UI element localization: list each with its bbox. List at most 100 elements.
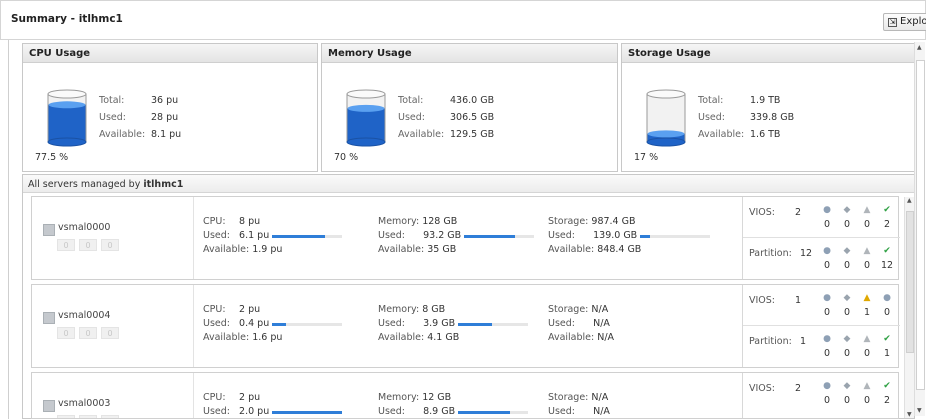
storage-used-bar [640, 234, 711, 238]
memory-used-bar [458, 410, 529, 414]
cpu-available: 8.1 pu [151, 129, 182, 140]
scroll-down-icon[interactable]: ▼ [917, 407, 922, 414]
triangle-icon: ▲ [863, 334, 871, 344]
cpu-used-label: Used: [203, 318, 230, 329]
server-name-cell: vsmal0000 0 0 0 [32, 197, 194, 279]
memory-percent: 70 % [334, 152, 359, 163]
count: 0 [823, 219, 831, 230]
diamond-icon: ◆ [843, 381, 851, 391]
vios-total: 2 [795, 207, 802, 218]
triangle-icon: ▲ [863, 205, 871, 215]
storage-used-label: Used: [548, 230, 575, 241]
memory-total: 436.0 GB [450, 95, 495, 106]
partition-total: 12 [800, 248, 813, 259]
storage-used: 339.8 GB [750, 112, 795, 123]
storage-usage-title: Storage Usage [622, 44, 914, 63]
diamond-icon: ◆ [843, 205, 851, 215]
storage-value: N/A [591, 304, 609, 315]
memory-used-bar [464, 234, 535, 238]
cpu-label: CPU: [203, 304, 226, 315]
circle-icon: ● [883, 293, 891, 303]
vios-label: VIOS: [749, 207, 776, 218]
server-row[interactable]: vsmal0003 0 0 0 CPU: 2 pu Used: 2.0 pu M… [31, 372, 899, 419]
storage-available-label: Available: [698, 129, 745, 140]
server-name[interactable]: vsmal0000 [58, 222, 110, 233]
scrollbar-thumb[interactable] [916, 60, 925, 390]
cpu-metric: CPU: 2 pu Used: 2.0 pu [203, 391, 343, 418]
cpu-cylinder-gauge [47, 89, 87, 147]
badge: 0 [79, 239, 97, 251]
server-row[interactable]: vsmal0000 0 0 0 CPU: 8 pu Used: 6.1 pu A… [31, 196, 900, 280]
memory-cylinder-gauge [346, 89, 386, 147]
storage-used-value: N/A [593, 406, 610, 417]
warning-icon: ▲ [863, 293, 871, 303]
triangle-icon: ▲ [863, 381, 871, 391]
explore-button[interactable]: ⇲Explore [883, 13, 926, 31]
badge: 0 [57, 327, 75, 339]
partition-status[interactable]: Partition: 1 ● ◆ ▲ ✔ 0 0 0 1 [743, 326, 900, 367]
memory-metric: Memory: 12 GB Used: 8.9 GB [378, 391, 529, 418]
vios-status[interactable]: VIOS: 1 ● ◆ ▲ ● 0 0 1 0 [743, 285, 900, 326]
count: 2 [883, 219, 891, 230]
scroll-up-icon[interactable]: ▲ [907, 197, 912, 204]
summary-header: Summary - itlhmc1 ⇲Explore [0, 0, 926, 40]
vios-status[interactable]: VIOS: 2 ● ◆ ▲ ✔ 0 0 0 2 [743, 373, 898, 418]
storage-values: Total: 1.9 TB Used: 339.8 GB Available: 1.6… [698, 95, 794, 146]
scroll-up-icon[interactable]: ▲ [917, 44, 922, 51]
cpu-used: 28 pu [151, 112, 179, 123]
memory-label: Memory: [378, 216, 420, 227]
memory-label: Memory: [378, 392, 420, 403]
circle-icon: ● [823, 334, 831, 344]
badge: 0 [79, 327, 97, 339]
server-badges: 0 0 0 [57, 327, 119, 339]
cpu-used-value: 6.1 pu [239, 230, 270, 241]
cpu-metric: CPU: 2 pu Used: 0.4 pu Available: 1.6 pu [203, 303, 343, 345]
partition-status[interactable]: Partition: 12 ● ◆ ▲ ✔ 0 0 0 12 [743, 238, 900, 279]
count: 0 [823, 395, 831, 406]
diamond-icon: ◆ [843, 246, 851, 256]
storage-used-label: Used: [548, 318, 575, 329]
server-icon [43, 312, 55, 324]
storage-label: Storage: [548, 392, 589, 403]
storage-available-label: Available: [548, 332, 595, 343]
cpu-value: 8 pu [239, 216, 261, 227]
badge: 0 [57, 415, 75, 418]
server-name[interactable]: vsmal0003 [58, 398, 110, 409]
count: 0 [843, 307, 851, 318]
servers-header: All servers managed by itlhmc1 [23, 175, 914, 193]
server-badges: 0 0 0 [57, 415, 119, 418]
memory-used-label: Used: [378, 318, 405, 329]
vios-label: VIOS: [749, 295, 776, 306]
server-name[interactable]: vsmal0004 [58, 310, 110, 321]
check-icon: ✔ [883, 381, 891, 391]
explore-label: Explore [900, 16, 926, 27]
cpu-usage-title: CPU Usage [23, 44, 317, 63]
count: 0 [823, 260, 831, 271]
memory-used-value: 3.9 GB [423, 318, 456, 329]
circle-icon: ● [823, 246, 831, 256]
cpu-available-label: Available: [99, 129, 146, 140]
diamond-icon: ◆ [843, 334, 851, 344]
count: 0 [863, 395, 871, 406]
memory-available-value: 4.1 GB [427, 332, 460, 343]
server-icon [43, 224, 55, 236]
cpu-label: CPU: [203, 216, 226, 227]
count: 12 [880, 260, 894, 271]
servers-header-host: itlhmc1 [143, 179, 184, 190]
servers-scrollbar[interactable]: ▲ ▼ [904, 197, 914, 418]
storage-label: Storage: [548, 304, 589, 315]
storage-used-value: 139.0 GB [593, 230, 638, 241]
cpu-used-label: Used: [203, 406, 230, 417]
main-scrollbar[interactable]: ▲ ▼ [914, 42, 925, 416]
vios-label: VIOS: [749, 383, 776, 394]
server-row[interactable]: vsmal0004 0 0 0 CPU: 2 pu Used: 0.4 pu A… [31, 284, 900, 368]
storage-cylinder-gauge [646, 89, 686, 147]
scrollbar-thumb[interactable] [906, 211, 914, 353]
vios-status[interactable]: VIOS: 2 ● ◆ ▲ ✔ 0 0 0 2 [743, 197, 900, 238]
storage-used-value: N/A [593, 318, 610, 329]
storage-metric: Storage: N/A Used: N/A [548, 391, 610, 418]
memory-available-value: 35 GB [427, 244, 457, 255]
scroll-down-icon[interactable]: ▼ [907, 411, 912, 418]
count: 0 [823, 307, 831, 318]
count: 1 [883, 348, 891, 359]
